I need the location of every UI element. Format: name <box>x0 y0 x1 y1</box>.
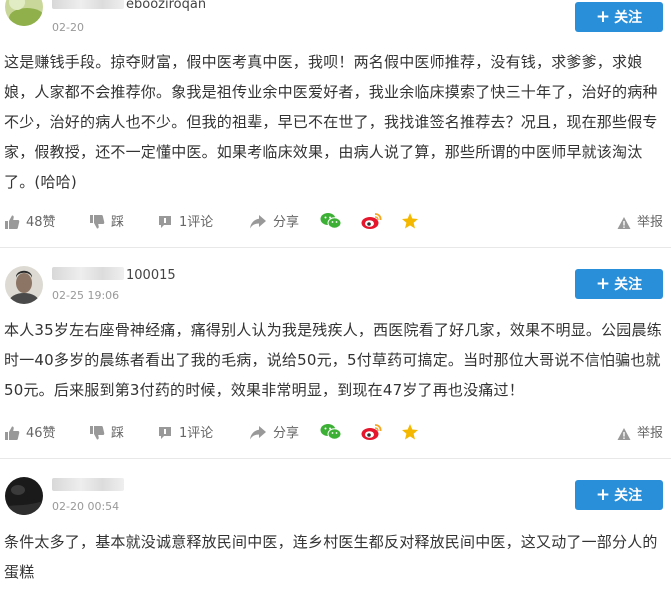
comment-icon <box>159 427 171 439</box>
blurred-name <box>52 0 124 9</box>
report-button[interactable]: 举报 <box>617 211 663 235</box>
avatar[interactable] <box>5 477 43 515</box>
reply-button[interactable]: 1评论 <box>157 211 213 235</box>
avatar[interactable] <box>5 0 43 26</box>
wechat-icon <box>320 213 342 229</box>
report-icon <box>617 428 631 440</box>
favorite-button[interactable] <box>401 422 425 446</box>
comment-time: 02-20 <box>52 21 84 34</box>
username[interactable] <box>52 478 126 494</box>
follow-button[interactable]: + 关注 <box>575 480 663 510</box>
thumbs-up-icon <box>5 426 20 440</box>
weibo-share-button[interactable] <box>361 211 389 235</box>
comment-icon <box>159 216 171 228</box>
comment-actions: 46赞 踩 1评论 分享 举报 <box>0 422 671 446</box>
thumbs-down-icon <box>90 426 105 440</box>
comment-text: 条件太多了，基本就没诚意释放民间中医，连乡村医生都反对释放民间中医，这又动了一部… <box>4 533 658 581</box>
thumbs-down-icon <box>90 215 105 229</box>
wechat-share-button[interactable] <box>320 211 348 235</box>
share-button[interactable]: 分享 <box>249 211 299 235</box>
follow-button[interactable]: + 关注 <box>575 2 663 32</box>
dislike-button[interactable]: 踩 <box>89 211 124 235</box>
plus-icon: + <box>595 485 611 505</box>
divider <box>0 458 671 459</box>
wechat-share-button[interactable] <box>320 422 348 446</box>
weibo-icon <box>361 424 382 440</box>
like-button[interactable]: 46赞 <box>4 422 56 446</box>
favorite-button[interactable] <box>401 211 425 235</box>
avatar[interactable] <box>5 266 43 304</box>
reply-button[interactable]: 1评论 <box>157 422 213 446</box>
share-icon <box>250 426 266 440</box>
share-icon <box>250 215 266 229</box>
like-button[interactable]: 48赞 <box>4 211 56 235</box>
plus-icon: + <box>595 274 611 294</box>
username[interactable]: ebooziroqan <box>52 0 206 12</box>
comment-text: 本人35岁左右座骨神经痛，痛得别人认为我是残疾人，西医院看了好几家，效果不明显。… <box>4 321 662 399</box>
report-button[interactable]: 举报 <box>617 422 663 446</box>
divider <box>0 247 671 248</box>
share-button[interactable]: 分享 <box>249 422 299 446</box>
comment-time: 02-20 00:54 <box>52 500 120 513</box>
comment-text: 这是赚钱手段。掠夺财富，假中医考真中医，我呗！两名假中医师推荐，没有钱，求爹爹，… <box>4 53 658 191</box>
wechat-icon <box>320 424 342 440</box>
plus-icon: + <box>595 7 611 27</box>
star-icon <box>402 213 418 229</box>
comment-time: 02-25 19:06 <box>52 289 120 302</box>
blurred-name <box>52 267 124 280</box>
report-icon <box>617 217 631 229</box>
star-icon <box>402 424 418 440</box>
follow-button[interactable]: + 关注 <box>575 269 663 299</box>
blurred-name <box>52 478 124 491</box>
dislike-button[interactable]: 踩 <box>89 422 124 446</box>
comment-actions: 48赞 踩 1评论 分享 举报 <box>0 211 671 235</box>
weibo-share-button[interactable] <box>361 422 389 446</box>
thumbs-up-icon <box>5 215 20 229</box>
username[interactable]: 100015 <box>52 267 176 283</box>
weibo-icon <box>361 213 382 229</box>
